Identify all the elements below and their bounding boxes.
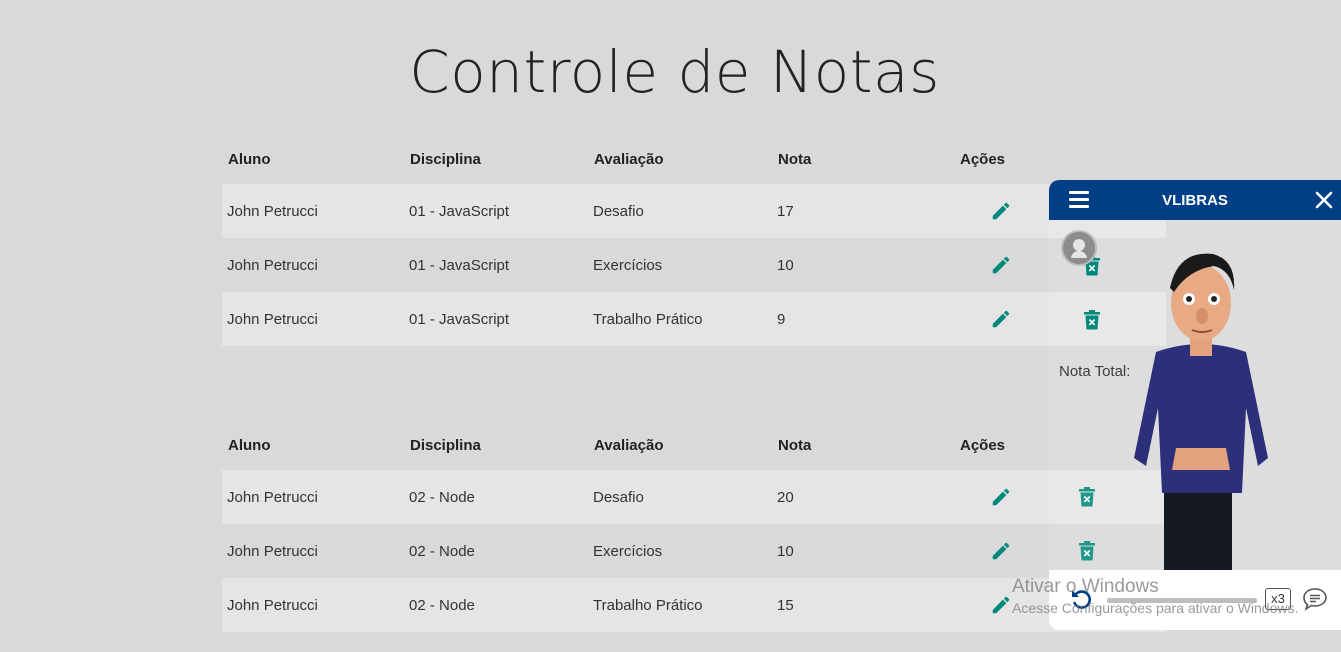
- sign-language-avatar: [1134, 253, 1268, 570]
- table-header-row: Aluno Disciplina Avaliação Nota Ações: [222, 420, 1166, 470]
- avatar-switch-icon[interactable]: [1061, 230, 1097, 266]
- cell-nota: 17: [777, 202, 794, 220]
- column-header-avaliacao: Avaliação: [594, 150, 664, 168]
- column-header-disciplina: Disciplina: [410, 436, 481, 454]
- column-header-aluno: Aluno: [228, 150, 271, 168]
- trash-icon[interactable]: [1083, 310, 1101, 330]
- close-icon[interactable]: [1313, 189, 1335, 211]
- cell-aluno: John Petrucci: [227, 256, 318, 274]
- vlibras-title: VLIBRAS: [1162, 191, 1228, 209]
- cell-nota: 20: [777, 488, 794, 506]
- table-row: John Petrucci 01 - JavaScript Trabalho P…: [222, 292, 1166, 346]
- column-header-nota: Nota: [778, 436, 812, 454]
- pencil-icon[interactable]: [989, 485, 1013, 509]
- cell-disciplina: 01 - JavaScript: [409, 256, 510, 274]
- cell-nota: 10: [777, 542, 794, 560]
- pencil-icon[interactable]: [989, 539, 1013, 563]
- table-row: John Petrucci 01 - JavaScript Desafio 17: [222, 184, 1166, 238]
- cell-avaliacao: Exercícios: [593, 542, 663, 560]
- cell-avaliacao: Desafio: [593, 202, 644, 220]
- watermark-title: Ativar o Windows: [1012, 576, 1159, 597]
- cell-aluno: John Petrucci: [227, 596, 318, 614]
- column-header-avaliacao: Avaliação: [594, 436, 664, 454]
- table-row: John Petrucci 02 - Node Desafio 20: [222, 470, 1166, 524]
- column-header-nota: Nota: [778, 150, 812, 168]
- watermark-subtitle: Acesse Configurações para ativar o Windo…: [1012, 600, 1299, 616]
- cell-disciplina: 02 - Node: [409, 488, 475, 506]
- hamburger-menu-icon[interactable]: [1069, 191, 1089, 209]
- cell-nota: 10: [777, 256, 794, 274]
- pencil-icon[interactable]: [989, 199, 1013, 223]
- cell-avaliacao: Trabalho Prático: [593, 310, 703, 328]
- cell-aluno: John Petrucci: [227, 488, 318, 506]
- cell-avaliacao: Exercícios: [593, 256, 663, 274]
- cell-aluno: John Petrucci: [227, 310, 318, 328]
- cell-aluno: John Petrucci: [227, 542, 318, 560]
- table-row: John Petrucci 02 - Node Exercícios 10: [222, 524, 1166, 578]
- page-title: Controle de Notas: [409, 38, 940, 106]
- column-header-aluno: Aluno: [228, 436, 271, 454]
- table-header-row: Aluno Disciplina Avaliação Nota Ações: [222, 134, 1166, 184]
- cell-nota: 9: [777, 310, 786, 328]
- column-header-acoes: Ações: [960, 150, 1006, 168]
- vlibras-header: VLIBRAS: [1049, 180, 1341, 220]
- cell-disciplina: 01 - JavaScript: [409, 310, 510, 328]
- cell-avaliacao: Desafio: [593, 488, 644, 506]
- table-row: John Petrucci 01 - JavaScript Exercícios…: [222, 238, 1166, 292]
- windows-activation-watermark: Ativar o Windows Acesse Configurações pa…: [1012, 576, 1298, 616]
- pencil-icon[interactable]: [989, 593, 1013, 617]
- cell-disciplina: 02 - Node: [409, 596, 475, 614]
- pencil-icon[interactable]: [989, 307, 1013, 331]
- cell-aluno: John Petrucci: [227, 202, 318, 220]
- grades-table-javascript: Aluno Disciplina Avaliação Nota Ações Jo…: [222, 134, 1166, 346]
- pencil-icon[interactable]: [989, 253, 1013, 277]
- cell-nota: 15: [777, 596, 794, 614]
- column-header-disciplina: Disciplina: [410, 150, 481, 168]
- speech-bubble-icon[interactable]: [1301, 586, 1329, 612]
- cell-avaliacao: Trabalho Prático: [593, 596, 703, 614]
- cell-disciplina: 02 - Node: [409, 542, 475, 560]
- cell-disciplina: 01 - JavaScript: [409, 202, 510, 220]
